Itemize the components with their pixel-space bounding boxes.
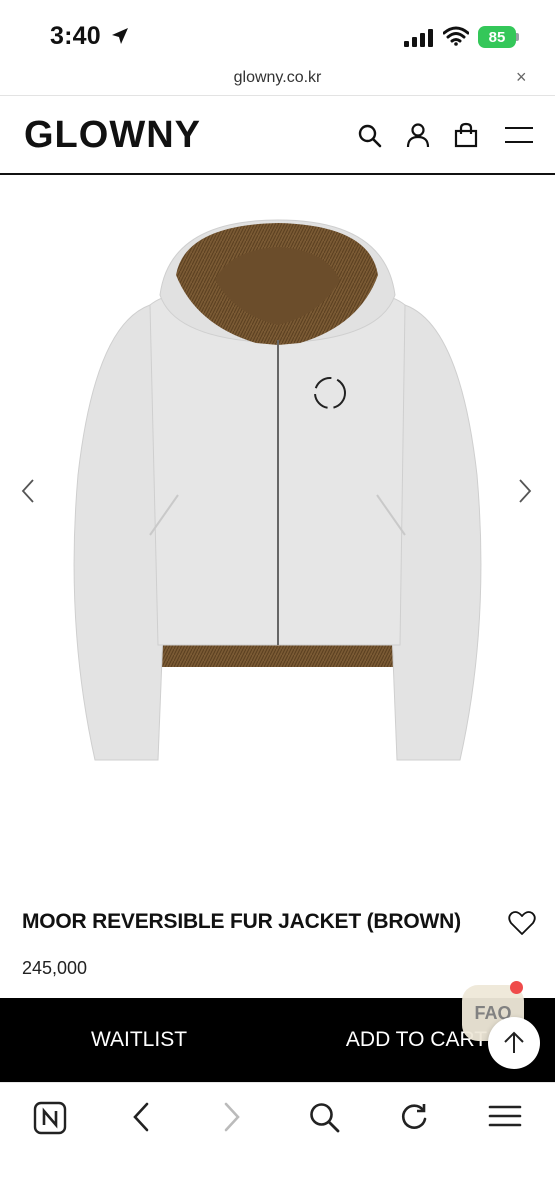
heart-icon[interactable] [508,910,536,936]
refresh-icon[interactable] [399,1101,429,1133]
divider [0,95,555,96]
close-icon[interactable]: × [516,67,527,88]
waitlist-button[interactable]: WAITLIST [0,998,278,1082]
forward-icon[interactable] [221,1101,243,1133]
search-icon[interactable] [357,123,383,149]
scroll-to-top-button[interactable] [488,1017,540,1069]
back-icon[interactable] [130,1101,152,1133]
browser-toolbar [0,1082,555,1201]
wifi-icon [443,26,469,46]
hamburger-menu-icon[interactable] [504,125,534,145]
search-icon[interactable] [308,1101,340,1133]
battery-level: 85 [488,28,506,46]
cellular-signal-icon [404,29,433,47]
product-title: MOOR REVERSIBLE FUR JACKET (BROWN) [22,910,461,933]
battery-tip [516,33,519,41]
status-time: 3:40 [50,22,101,50]
shopping-bag-icon[interactable] [454,122,478,148]
hamburger-menu-icon[interactable] [488,1101,522,1131]
battery-indicator: 85 [478,26,516,48]
user-icon[interactable] [406,122,430,148]
address-bar[interactable]: glowny.co.kr [0,69,555,87]
chevron-right-icon[interactable] [517,478,533,504]
product-photo [73,219,482,761]
naver-n-icon[interactable] [33,1101,67,1135]
site-logo[interactable]: GLOWNY [24,114,201,157]
product-price: 245,000 [22,958,88,978]
chevron-left-icon[interactable] [20,478,36,504]
location-arrow-icon [112,28,128,44]
product-image-carousel[interactable] [0,175,555,895]
notification-dot [510,981,523,994]
arrow-up-icon [504,1031,524,1053]
